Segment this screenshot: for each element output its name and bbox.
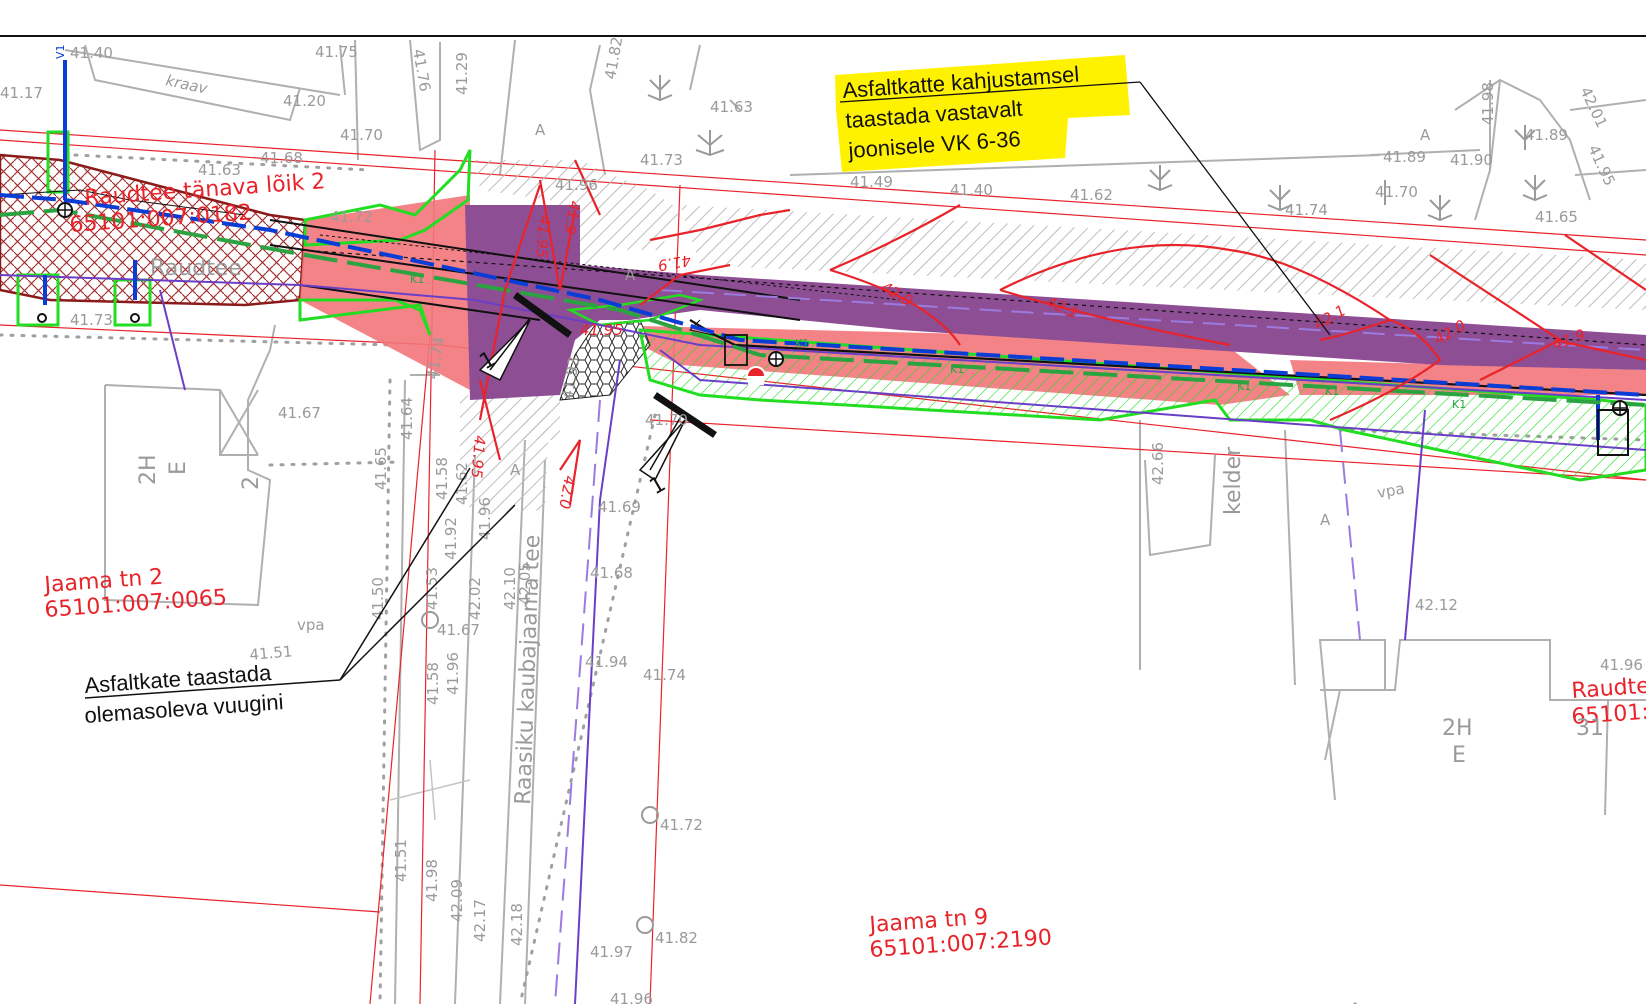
elevation-label: 41.70 <box>1375 183 1418 201</box>
section-mark: 1 <box>646 472 671 501</box>
elevation-label: 41.64 <box>398 397 416 440</box>
feature-label-vpa: vpa <box>1376 479 1406 502</box>
elevation-label: 41.65 <box>372 447 390 490</box>
elevation-label: 41.74 <box>1285 201 1328 219</box>
utility-code: V1 <box>54 44 67 59</box>
elevation-label: 41.89 <box>1525 126 1568 144</box>
elevation-label: 41.90 <box>1450 151 1493 169</box>
elevation-label: 41.94 <box>585 653 628 671</box>
utility-code: K1 <box>1452 398 1466 411</box>
elevation-label: 41.82 <box>655 929 698 947</box>
elevation-label: 41.95 <box>1584 142 1618 189</box>
elevation-label: 41.58 <box>433 457 451 500</box>
elevation-label: 41.76 <box>409 48 434 93</box>
elevation-label: 41.49 <box>850 173 893 191</box>
utility-code: K1 <box>950 363 964 376</box>
slope-label: 41.95 <box>532 215 554 259</box>
area-label: A <box>535 121 546 139</box>
elevation-label: 41.63 <box>198 161 241 179</box>
street-name-raudtee: Raudtee <box>150 256 242 281</box>
elevation-label: 41.40 <box>950 181 993 199</box>
elevation-label: 42.17 <box>471 899 489 942</box>
elevation-label: 41.20 <box>283 92 326 110</box>
elevation-label: 41.70 <box>645 411 688 429</box>
elevation-label: 42.18 <box>508 903 526 946</box>
elevation-label: 41.98 <box>423 859 441 902</box>
elevation-label: 41.51 <box>392 839 410 882</box>
elevation-label: 42.66 <box>1149 442 1167 485</box>
slope-label: 41.95 <box>580 321 623 339</box>
feature-label-kelder: kelder <box>1221 446 1246 515</box>
elevation-label: 42.02 <box>466 577 484 620</box>
leader-line <box>339 504 516 681</box>
elevation-label: 41.82 <box>601 35 626 80</box>
elevation-label: 41.96 <box>444 652 462 695</box>
elevation-label: 41.65 <box>1535 208 1578 226</box>
elevation-label: 42.12 <box>1415 596 1458 614</box>
elevation-label: 41.69 <box>598 498 641 516</box>
leader-line <box>339 467 471 681</box>
utility-code: K1 <box>795 337 809 350</box>
elevation-label: 41.63 <box>710 98 753 116</box>
site-plan-map: V1 K1 K1 K1 K1 K1 K1 42.0 42.1 42.1 42.0… <box>0 35 1646 1004</box>
elevation-label: 41.96 <box>555 176 598 194</box>
elevation-label: 41.73 <box>70 311 113 329</box>
elevation-label: 41.74 <box>643 666 686 684</box>
house-label-num: 31 <box>1576 716 1604 741</box>
elevation-label: 42.01 <box>1576 84 1610 131</box>
elevation-label: 41.96 <box>1600 656 1643 674</box>
slope-label: 41.9 <box>656 251 692 275</box>
elevation-label: 41.96 <box>476 497 494 540</box>
area-label: A <box>1420 126 1431 144</box>
elevation-label: 41.58 <box>424 662 442 705</box>
feature-label-kraav: kraav <box>164 71 210 98</box>
elevation-label: 41.40 <box>70 44 113 62</box>
elevation-label: 41.98 <box>1479 82 1497 125</box>
elevation-label: 41.50 <box>369 577 387 620</box>
elevation-label: 41.89 <box>1383 148 1426 166</box>
elevation-label: 41.62 <box>453 462 471 505</box>
elevation-label: 41.75 <box>315 43 358 61</box>
elevation-label: 41.96 <box>610 990 653 1004</box>
area-label: A <box>510 461 521 479</box>
elevation-label: 41.29 <box>453 52 471 95</box>
utility-code: K1 <box>1237 380 1251 393</box>
elevation-label: 41.72 <box>330 208 373 226</box>
elevation-label: 41.68 <box>590 564 633 582</box>
house-label-e: E <box>166 461 191 475</box>
area-label: A <box>1320 511 1331 529</box>
elevation-label: 41.73 <box>640 151 683 169</box>
slope-label: 42.0 <box>555 474 579 510</box>
house-label: 2H <box>1442 716 1473 741</box>
elevation-label: 42.09 <box>448 879 466 922</box>
elevation-label: 42.05 <box>516 562 534 605</box>
elevation-label: 41.72 <box>660 816 703 834</box>
elevation-label: 41.70 <box>340 126 383 144</box>
utility-code: K1 <box>1325 385 1339 398</box>
house-label-num: 2 <box>239 476 264 490</box>
elevation-label: 41.97 <box>590 943 633 961</box>
elevation-label: 41.62 <box>1070 186 1113 204</box>
parcel-name-raudtee: Raudtee <box>1571 673 1646 704</box>
area-label: A <box>625 266 636 284</box>
elevation-label: 41.68 <box>260 149 303 167</box>
elevation-label: 41.92 <box>442 517 460 560</box>
elevation-label: 41.67 <box>278 404 321 422</box>
house-label: 2H <box>136 454 161 485</box>
elevation-label: 41.17 <box>0 84 43 102</box>
feature-label-vpa: vpa <box>297 616 325 634</box>
elevation-label: 41.67 <box>437 621 480 639</box>
utility-code: K1 <box>410 273 424 286</box>
house-label-e: E <box>1452 743 1466 768</box>
